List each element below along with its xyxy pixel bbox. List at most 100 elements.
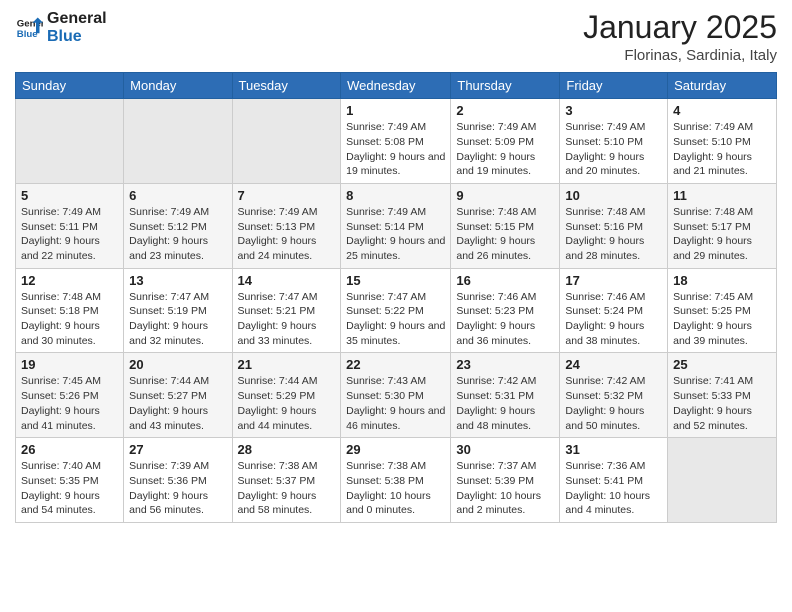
cell-day-number: 31	[565, 442, 662, 457]
cell-day-number: 17	[565, 273, 662, 288]
svg-text:Blue: Blue	[17, 28, 38, 39]
calendar-cell: 26 Sunrise: 7:40 AMSunset: 5:35 PMDayligh…	[16, 438, 124, 523]
header-day-sunday: Sunday	[16, 73, 124, 99]
cell-sun-info: Sunrise: 7:46 AMSunset: 5:23 PMDaylight:…	[456, 290, 554, 349]
calendar-cell	[124, 99, 232, 184]
cell-day-number: 16	[456, 273, 554, 288]
cell-sun-info: Sunrise: 7:44 AMSunset: 5:29 PMDaylight:…	[238, 374, 336, 433]
calendar-week-2: 5 Sunrise: 7:49 AMSunset: 5:11 PMDaylight…	[16, 183, 777, 268]
calendar-week-3: 12Sunrise: 7:48 AMSunset: 5:18 PMDayligh…	[16, 268, 777, 353]
cell-sun-info: Sunrise: 7:46 AMSunset: 5:24 PMDaylight:…	[565, 290, 662, 349]
cell-sun-info: Sunrise: 7:47 AMSunset: 5:22 PMDaylight:…	[346, 290, 445, 349]
cell-sun-info: Sunrise: 7:49 AMSunset: 5:11 PMDaylight:…	[21, 205, 118, 264]
calendar-cell: 6 Sunrise: 7:49 AMSunset: 5:12 PMDaylight…	[124, 183, 232, 268]
calendar-cell: 14 Sunrise: 7:47 AMSunset: 5:21 PMDayligh…	[232, 268, 341, 353]
cell-day-number: 2	[456, 103, 554, 118]
calendar-cell	[232, 99, 341, 184]
cell-day-number: 10	[565, 188, 662, 203]
calendar-cell: 2 Sunrise: 7:49 AMSunset: 5:09 PMDaylight…	[451, 99, 560, 184]
cell-day-number: 6	[129, 188, 226, 203]
cell-day-number: 8	[346, 188, 445, 203]
cell-sun-info: Sunrise: 7:42 AMSunset: 5:32 PMDaylight:…	[565, 374, 662, 433]
header-day-wednesday: Wednesday	[341, 73, 451, 99]
cell-day-number: 23	[456, 357, 554, 372]
cell-day-number: 4	[673, 103, 771, 118]
calendar-cell: 8 Sunrise: 7:49 AMSunset: 5:14 PMDaylight…	[341, 183, 451, 268]
calendar-cell: 9 Sunrise: 7:48 AMSunset: 5:15 PMDaylight…	[451, 183, 560, 268]
cell-day-number: 20	[129, 357, 226, 372]
calendar-cell: 12Sunrise: 7:48 AMSunset: 5:18 PMDayligh…	[16, 268, 124, 353]
cell-sun-info: Sunrise: 7:42 AMSunset: 5:31 PMDaylight:…	[456, 374, 554, 433]
cell-sun-info: Sunrise: 7:45 AMSunset: 5:26 PMDaylight:…	[21, 374, 118, 433]
calendar-cell: 29 Sunrise: 7:38 AMSunset: 5:38 PMDayligh…	[341, 438, 451, 523]
cell-day-number: 26	[21, 442, 118, 457]
logo: General Blue General Blue	[15, 10, 107, 45]
cell-sun-info: Sunrise: 7:38 AMSunset: 5:37 PMDaylight:…	[238, 459, 336, 518]
cell-sun-info: Sunrise: 7:49 AMSunset: 5:12 PMDaylight:…	[129, 205, 226, 264]
cell-sun-info: Sunrise: 7:36 AMSunset: 5:41 PMDaylight:…	[565, 459, 662, 518]
cell-day-number: 22	[346, 357, 445, 372]
cell-sun-info: Sunrise: 7:38 AMSunset: 5:38 PMDaylight:…	[346, 459, 445, 518]
calendar-cell: 28 Sunrise: 7:38 AMSunset: 5:37 PMDayligh…	[232, 438, 341, 523]
cell-sun-info: Sunrise: 7:49 AMSunset: 5:08 PMDaylight:…	[346, 120, 445, 179]
cell-sun-info: Sunrise: 7:48 AMSunset: 5:15 PMDaylight:…	[456, 205, 554, 264]
cell-sun-info: Sunrise: 7:49 AMSunset: 5:10 PMDaylight:…	[673, 120, 771, 179]
calendar-cell: 13 Sunrise: 7:47 AMSunset: 5:19 PMDayligh…	[124, 268, 232, 353]
calendar-cell	[16, 99, 124, 184]
calendar-cell: 31 Sunrise: 7:36 AMSunset: 5:41 PMDayligh…	[560, 438, 668, 523]
header-day-saturday: Saturday	[668, 73, 777, 99]
cell-day-number: 30	[456, 442, 554, 457]
header-day-thursday: Thursday	[451, 73, 560, 99]
calendar-cell	[668, 438, 777, 523]
cell-day-number: 12	[21, 273, 118, 288]
cell-day-number: 11	[673, 188, 771, 203]
calendar-cell: 16 Sunrise: 7:46 AMSunset: 5:23 PMDayligh…	[451, 268, 560, 353]
calendar-week-4: 19Sunrise: 7:45 AMSunset: 5:26 PMDayligh…	[16, 353, 777, 438]
cell-sun-info: Sunrise: 7:37 AMSunset: 5:39 PMDaylight:…	[456, 459, 554, 518]
cell-sun-info: Sunrise: 7:49 AMSunset: 5:13 PMDaylight:…	[238, 205, 336, 264]
calendar-cell: 17 Sunrise: 7:46 AMSunset: 5:24 PMDayligh…	[560, 268, 668, 353]
cell-day-number: 7	[238, 188, 336, 203]
calendar-cell: 7 Sunrise: 7:49 AMSunset: 5:13 PMDaylight…	[232, 183, 341, 268]
cell-day-number: 9	[456, 188, 554, 203]
calendar-week-1: 1Sunrise: 7:49 AMSunset: 5:08 PMDaylight…	[16, 99, 777, 184]
cell-sun-info: Sunrise: 7:49 AMSunset: 5:09 PMDaylight:…	[456, 120, 554, 179]
cell-day-number: 29	[346, 442, 445, 457]
calendar-cell: 20Sunrise: 7:44 AMSunset: 5:27 PMDayligh…	[124, 353, 232, 438]
logo-icon: General Blue	[15, 14, 43, 42]
cell-sun-info: Sunrise: 7:40 AMSunset: 5:35 PMDaylight:…	[21, 459, 118, 518]
title-block: January 2025 Florinas, Sardinia, Italy	[583, 10, 777, 64]
cell-day-number: 27	[129, 442, 226, 457]
cell-sun-info: Sunrise: 7:41 AMSunset: 5:33 PMDaylight:…	[673, 374, 771, 433]
cell-day-number: 5	[21, 188, 118, 203]
cell-day-number: 14	[238, 273, 336, 288]
calendar-cell: 4 Sunrise: 7:49 AMSunset: 5:10 PMDaylight…	[668, 99, 777, 184]
cell-day-number: 24	[565, 357, 662, 372]
header: General Blue General Blue January 2025 F…	[15, 10, 777, 64]
cell-day-number: 28	[238, 442, 336, 457]
calendar-cell: 30 Sunrise: 7:37 AMSunset: 5:39 PMDayligh…	[451, 438, 560, 523]
cell-day-number: 15	[346, 273, 445, 288]
header-day-monday: Monday	[124, 73, 232, 99]
calendar-cell: 15 Sunrise: 7:47 AMSunset: 5:22 PMDayligh…	[341, 268, 451, 353]
calendar-cell: 27Sunrise: 7:39 AMSunset: 5:36 PMDayligh…	[124, 438, 232, 523]
cell-sun-info: Sunrise: 7:47 AMSunset: 5:21 PMDaylight:…	[238, 290, 336, 349]
calendar-week-5: 26 Sunrise: 7:40 AMSunset: 5:35 PMDayligh…	[16, 438, 777, 523]
header-day-friday: Friday	[560, 73, 668, 99]
calendar-cell: 1Sunrise: 7:49 AMSunset: 5:08 PMDaylight…	[341, 99, 451, 184]
cell-day-number: 25	[673, 357, 771, 372]
calendar-header-row: SundayMondayTuesdayWednesdayThursdayFrid…	[16, 73, 777, 99]
cell-day-number: 13	[129, 273, 226, 288]
cell-day-number: 18	[673, 273, 771, 288]
calendar-cell: 22Sunrise: 7:43 AMSunset: 5:30 PMDayligh…	[341, 353, 451, 438]
cell-sun-info: Sunrise: 7:49 AMSunset: 5:10 PMDaylight:…	[565, 120, 662, 179]
calendar-cell: 11 Sunrise: 7:48 AMSunset: 5:17 PMDayligh…	[668, 183, 777, 268]
cell-sun-info: Sunrise: 7:49 AMSunset: 5:14 PMDaylight:…	[346, 205, 445, 264]
calendar-cell: 25 Sunrise: 7:41 AMSunset: 5:33 PMDayligh…	[668, 353, 777, 438]
cell-sun-info: Sunrise: 7:48 AMSunset: 5:17 PMDaylight:…	[673, 205, 771, 264]
month-title: January 2025	[583, 10, 777, 45]
calendar-page: General Blue General Blue January 2025 F…	[0, 0, 792, 612]
cell-day-number: 3	[565, 103, 662, 118]
cell-sun-info: Sunrise: 7:47 AMSunset: 5:19 PMDaylight:…	[129, 290, 226, 349]
calendar-cell: 21Sunrise: 7:44 AMSunset: 5:29 PMDayligh…	[232, 353, 341, 438]
